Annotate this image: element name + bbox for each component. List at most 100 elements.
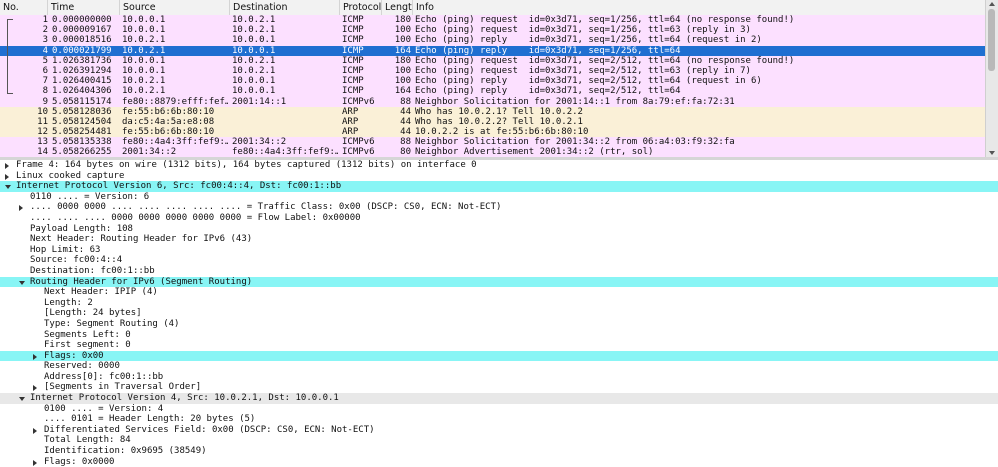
packet-details-pane[interactable]: Frame 4: 164 bytes on wire (1312 bits), … [0, 160, 998, 467]
tree-item[interactable]: Routing Header for IPv6 (Segment Routing… [0, 276, 998, 288]
tree-item[interactable]: Segments Left: 0 [0, 330, 998, 341]
tree-item[interactable]: Next Header: Routing Header for IPv6 (43… [0, 234, 998, 245]
chevron-right-icon[interactable] [19, 205, 23, 212]
tree-item[interactable]: [Length: 24 bytes] [0, 308, 998, 319]
tree-item-label: 0110 .... = Version: 6 [30, 191, 150, 202]
packet-cell-length: 80 [400, 147, 411, 157]
tree-item[interactable]: Internet Protocol Version 6, Src: fc00:4… [0, 181, 998, 192]
column-protocol[interactable]: Protocol [340, 0, 382, 15]
packet-row[interactable]: 13 5.058135338 fe80::4a4:3ff:fef9:… 2001:34… [0, 137, 986, 148]
tree-item[interactable]: [Segments in Traversal Order] [0, 382, 998, 393]
chevron-right-icon[interactable] [33, 353, 37, 360]
packet-cell-source: da:c5:4a:5a:e8:08 [122, 116, 215, 127]
packet-row[interactable]: 10 5.058128036 fe:55:b6:6b:80:10 ARP 44 Who h… [0, 106, 986, 117]
column-no[interactable]: No. [0, 0, 48, 15]
packet-cell-info: Echo (ping) reply id=0x3d71, seq=1/256, … [415, 35, 762, 46]
tree-item[interactable]: Payload Length: 108 [0, 224, 998, 235]
tree-item[interactable]: Hop Limit: 63 [0, 245, 998, 256]
packet-cell-length: 180 [394, 55, 411, 66]
packet-cell-destination: 10.0.0.1 [232, 86, 276, 97]
tree-item-label: [Segments in Traversal Order] [44, 382, 202, 393]
column-destination[interactable]: Destination [230, 0, 340, 15]
chevron-right-icon[interactable] [5, 163, 9, 169]
tree-item[interactable]: Reserved: 0000 [0, 361, 998, 372]
packet-row[interactable]: 4 0.000021799 10.0.2.1 10.0.0.1 ICMP 164 Echo … [0, 45, 986, 56]
packet-cell-time: 0.000018516 [52, 35, 112, 46]
packet-cell-time: 1.026404306 [52, 86, 112, 97]
packet-cell-time: 1.026391294 [52, 65, 112, 76]
tree-item[interactable]: .... 0000 0000 .... .... .... .... .... … [0, 202, 998, 213]
tree-item-label: Flags: 0x00 [44, 350, 104, 361]
tree-item[interactable]: First segment: 0 [0, 340, 998, 351]
tree-item-label: .... .... .... 0000 0000 0000 0000 0000 … [30, 212, 361, 223]
tree-item[interactable]: Internet Protocol Version 4, Src: 10.0.2… [0, 393, 998, 404]
packet-cell-info: 10.0.2.2 is at fe:55:b6:6b:80:10 [415, 127, 589, 138]
tree-item[interactable]: Identification: 0x9695 (38549) [0, 446, 998, 457]
scroll-thumb[interactable] [988, 9, 995, 71]
tree-item[interactable]: Type: Segment Routing (4) [0, 319, 998, 330]
chevron-right-icon[interactable] [33, 427, 37, 434]
column-time[interactable]: Time [48, 0, 120, 15]
packet-cell-protocol: ICMP [342, 45, 364, 56]
packet-cell-destination: 10.0.0.1 [232, 76, 276, 87]
packet-list-scrollbar[interactable] [985, 0, 998, 157]
chevron-right-icon[interactable] [5, 173, 9, 180]
packet-cell-destination: 10.0.2.1 [232, 25, 276, 36]
packet-row[interactable]: 1 0.000000000 10.0.0.1 10.0.2.1 ICMP 180 Echo … [0, 15, 986, 26]
tree-item[interactable]: Length: 2 [0, 298, 998, 309]
packet-row[interactable]: 14 5.058266255 2001:34::2 fe80::4a4:3ff:fef… [0, 147, 986, 157]
tree-item[interactable]: Differentiated Services Field: 0x00 (DSC… [0, 425, 998, 436]
scroll-up-icon[interactable] [989, 2, 995, 6]
chevron-down-icon[interactable] [5, 185, 11, 190]
packet-cell-protocol: ICMP [342, 25, 364, 36]
packet-cell-time: 5.058115174 [52, 96, 112, 107]
packet-cell-no: 9 [42, 96, 48, 107]
packet-row[interactable]: 8 1.026404306 10.0.2.1 10.0.0.1 ICMP 164 Echo … [0, 86, 986, 97]
tree-item-label: Internet Protocol Version 4, Src: 10.0.2… [30, 393, 339, 404]
packet-row[interactable]: 6 1.026391294 10.0.0.1 10.0.2.1 ICMP 100 Echo … [0, 65, 986, 77]
tree-item[interactable]: Destination: fc00:1::bb [0, 266, 998, 277]
tree-item[interactable]: Source: fc00:4::4 [0, 255, 998, 266]
column-info[interactable]: Info [413, 0, 986, 15]
packet-cell-source: 10.0.2.1 [122, 35, 166, 46]
scroll-down-icon[interactable] [989, 151, 995, 155]
packet-row[interactable]: 7 1.026400415 10.0.2.1 10.0.0.1 ICMP 100 Echo … [0, 76, 986, 87]
packet-cell-length: 100 [394, 25, 411, 36]
packet-cell-protocol: ARP [342, 106, 359, 117]
packet-cell-source: 10.0.2.1 [122, 86, 166, 97]
tree-item[interactable]: Frame 4: 164 bytes on wire (1312 bits), … [0, 160, 998, 171]
packet-cell-length: 88 [400, 137, 411, 148]
tree-item[interactable]: .... 0101 = Header Length: 20 bytes (5) [0, 414, 998, 425]
column-source[interactable]: Source [120, 0, 230, 15]
packet-row[interactable]: 2 0.000009167 10.0.0.1 10.0.2.1 ICMP 100 Echo … [0, 25, 986, 36]
tree-item[interactable]: Flags: 0x00 [0, 350, 998, 362]
tree-item[interactable]: Flags: 0x0000 [0, 457, 998, 467]
tree-item[interactable]: 0100 .... = Version: 4 [0, 404, 998, 415]
packet-cell-info: Neighbor Solicitation for 2001:14::1 fro… [415, 96, 735, 107]
column-length[interactable]: Length [382, 0, 413, 15]
packet-cell-time: 0.000021799 [52, 45, 112, 56]
tree-item[interactable]: Total Length: 84 [0, 435, 998, 446]
chevron-down-icon[interactable] [19, 280, 25, 285]
chevron-down-icon[interactable] [19, 397, 25, 402]
packet-row[interactable]: 11 5.058124504 da:c5:4a:5a:e8:08 ARP 44 Who h… [0, 116, 986, 128]
packet-cell-protocol: ICMPv6 [342, 147, 375, 157]
packet-row[interactable]: 3 0.000018516 10.0.2.1 10.0.0.1 ICMP 100 Echo … [0, 35, 986, 46]
packet-cell-no: 14 [37, 147, 48, 157]
packet-row[interactable]: 12 5.058254481 fe:55:b6:6b:80:10 ARP 44 10.0.… [0, 127, 986, 138]
packet-list-pane[interactable]: No. Time Source Destination Protocol Len… [0, 0, 998, 157]
tree-item[interactable]: Linux cooked capture [0, 171, 998, 182]
related-packets-indicator [7, 19, 13, 94]
packet-cell-info: Echo (ping) request id=0x3d71, seq=1/256… [415, 15, 795, 25]
tree-item[interactable]: Next Header: IPIP (4) [0, 287, 998, 298]
chevron-right-icon[interactable] [33, 459, 37, 466]
tree-item-label: Identification: 0x9695 (38549) [44, 446, 207, 457]
packet-row[interactable]: 9 5.058115174 fe80::8879:efff:fef… 2001:14:… [0, 96, 986, 107]
tree-item-label: First segment: 0 [44, 340, 131, 351]
tree-item[interactable]: .... .... .... 0000 0000 0000 0000 0000 … [0, 213, 998, 224]
packet-row[interactable]: 5 1.026381736 10.0.0.1 10.0.2.1 ICMP 180 Echo … [0, 55, 986, 66]
packet-cell-destination: 2001:14::1 [232, 96, 287, 107]
tree-item[interactable]: Address[0]: fc00:1::bb [0, 372, 998, 383]
tree-item[interactable]: 0110 .... = Version: 6 [0, 192, 998, 203]
chevron-right-icon[interactable] [33, 385, 37, 392]
